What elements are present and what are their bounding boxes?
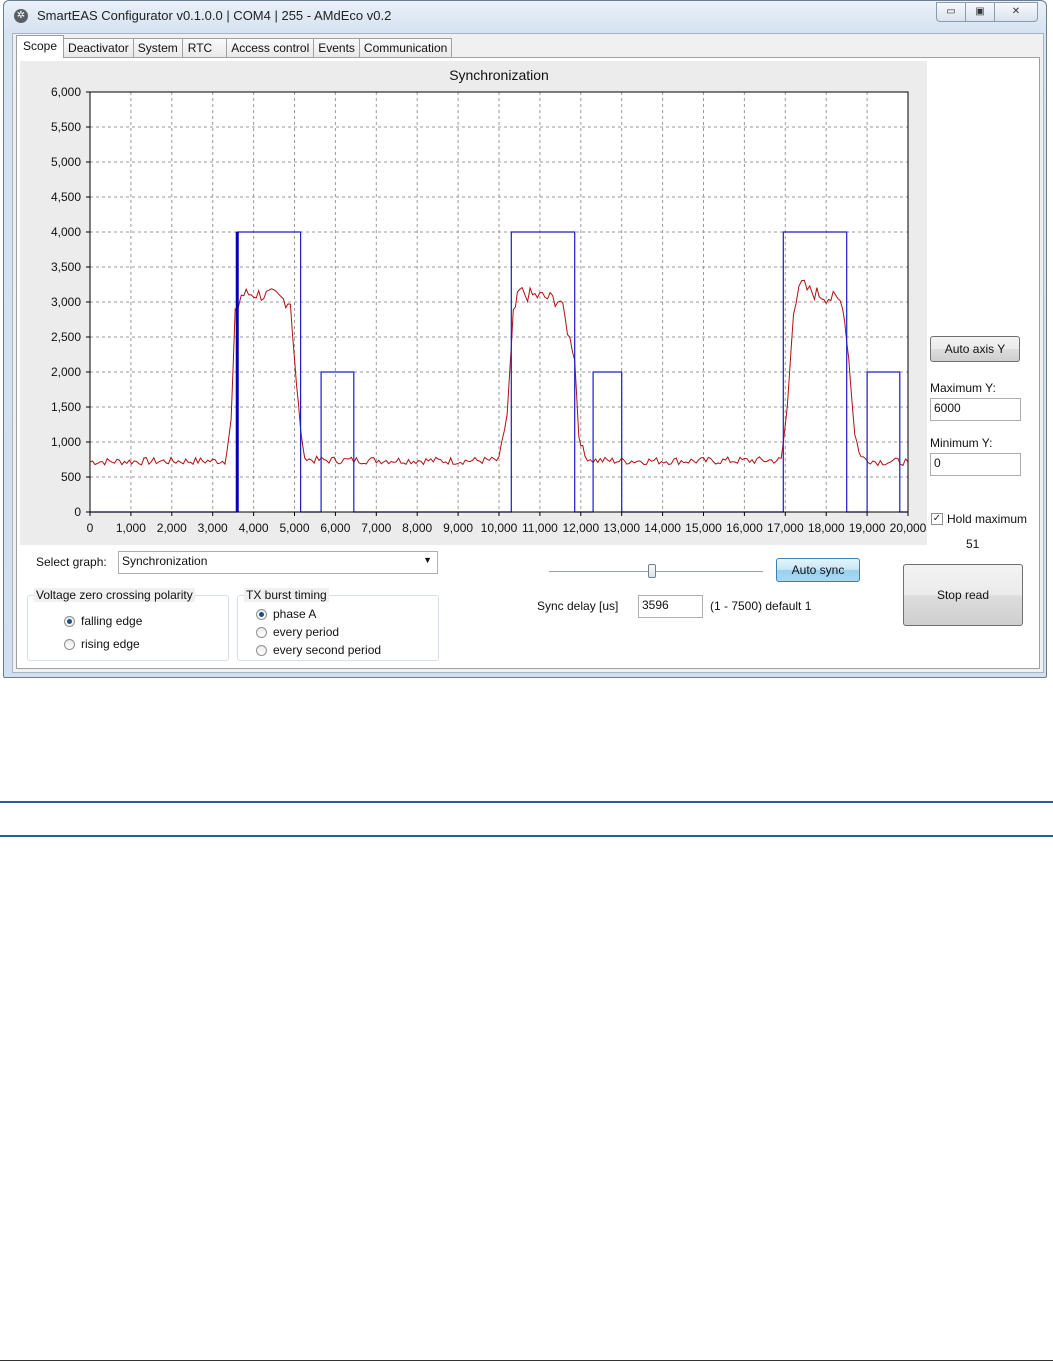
x-tick-label: 15,000 [685,521,722,535]
title-bar[interactable]: ✲ SmartEAS Configurator v0.1.0.0 | COM4 … [4,1,1046,31]
synchronization-chart: 0 1,000 2,000 3,000 4,000 5,000 6,000 7,000 8,00… [20,61,927,545]
minimum-y-input[interactable]: 0 [930,453,1021,476]
voltage-polarity-group: Voltage zero crossing polarity falling e… [27,588,229,661]
x-tick-label: 20,000 [890,521,927,535]
slider-thumb[interactable] [647,564,656,578]
maximum-y-label: Maximum Y: [930,381,996,395]
radio-falling-edge[interactable]: falling edge [64,614,142,628]
tx-burst-timing-title: TX burst timing [244,588,329,602]
voltage-polarity-title: Voltage zero crossing polarity [34,588,195,602]
select-graph-label: Select graph: [36,555,107,569]
x-tick-label: 8,000 [402,521,432,535]
hold-maximum-label: Hold maximum [947,512,1028,526]
y-tick-label: 0 [74,505,81,519]
tx-burst-timing-group: TX burst timing phase A every period eve… [237,588,439,661]
x-tick-label: 13,000 [603,521,640,535]
x-tick-label: 4,000 [239,521,269,535]
check-icon: ✓ [931,513,943,525]
tab-access-control[interactable]: Access control [226,38,315,58]
y-tick-label: 4,000 [51,225,81,239]
y-tick-label: 6,000 [51,85,81,99]
x-tick-label: 19,000 [849,521,886,535]
chevron-down-icon: ▼ [423,555,432,565]
x-tick-label: 2,000 [157,521,187,535]
minimize-button[interactable]: ▭ [936,2,966,22]
sync-delay-label: Sync delay [us] [537,599,619,613]
x-tick-label: 12,000 [562,521,599,535]
hold-maximum-checkbox[interactable]: ✓ Hold maximum [931,512,1027,526]
sync-delay-input[interactable]: 3596 [638,595,703,618]
chart-svg: 0 1,000 2,000 3,000 4,000 5,000 6,000 7,000 8,00… [51,67,927,535]
radio-label: falling edge [81,614,143,628]
x-tick-label: 14,000 [644,521,681,535]
window-title: SmartEAS Configurator v0.1.0.0 | COM4 | … [37,8,392,23]
tab-strip: Scope Deactivator System RTC Access cont… [16,35,453,58]
sync-delay-slider[interactable] [549,561,763,583]
y-tick-label: 5,000 [51,155,81,169]
tab-deactivator[interactable]: Deactivator [63,38,134,58]
radio-selected-icon [64,615,75,627]
radio-label: rising edge [81,637,140,651]
radio-unselected-icon [64,638,75,650]
footer-line [0,1360,1053,1361]
y-tick-label: 500 [61,470,81,484]
x-tick-label: 3,000 [198,521,228,535]
y-tick-label: 5,500 [51,120,81,134]
tab-communication[interactable]: Communication [358,38,453,58]
stop-read-button[interactable]: Stop read [903,564,1023,626]
radio-label: phase A [273,607,317,621]
app-window: ✲ SmartEAS Configurator v0.1.0.0 | COM4 … [3,0,1047,678]
slider-track [549,571,763,572]
tab-rtc[interactable]: RTC [181,38,228,58]
radio-every-second-period[interactable]: every second period [256,643,381,657]
scope-tab-page: 0 1,000 2,000 3,000 4,000 5,000 6,000 7,000 8,00… [16,57,1040,669]
divider-line-top [0,801,1053,803]
x-tick-label: 16,000 [726,521,763,535]
x-tick-label: 6,000 [320,521,350,535]
sync-delay-hint: (1 - 7500) default 1 [710,599,812,613]
tab-system[interactable]: System [132,38,183,58]
close-button[interactable]: ✕ [994,2,1038,22]
radio-unselected-icon [256,644,267,656]
x-tick-label: 18,000 [808,521,845,535]
x-tick-label: 9,000 [443,521,473,535]
y-tick-label: 1,000 [51,435,81,449]
select-graph-dropdown[interactable]: Synchronization ▼ [118,551,438,574]
x-tick-label: 1,000 [116,521,146,535]
x-tick-label: 17,000 [767,521,804,535]
tab-scope[interactable]: Scope [16,35,65,58]
radio-phase-a[interactable]: phase A [256,607,316,621]
y-tick-label: 2,000 [51,365,81,379]
maximum-y-input[interactable]: 6000 [930,398,1021,421]
radio-rising-edge[interactable]: rising edge [64,637,140,651]
x-tick-label: 0 [87,521,94,535]
y-tick-label: 3,500 [51,260,81,274]
radio-selected-icon [256,608,267,620]
app-icon: ✲ [14,9,28,23]
radio-unselected-icon [256,626,267,638]
radio-label: every second period [273,643,382,657]
chart-title: Synchronization [449,67,549,83]
y-tick-label: 2,500 [51,330,81,344]
y-tick-label: 4,500 [51,190,81,204]
y-tick-label: 1,500 [51,400,81,414]
auto-axis-y-button[interactable]: Auto axis Y [930,336,1020,362]
x-tick-label: 10,000 [481,521,518,535]
x-tick-label: 7,000 [361,521,391,535]
minimum-y-label: Minimum Y: [930,436,993,450]
hold-maximum-value: 51 [966,537,980,551]
auto-sync-button[interactable]: Auto sync [776,558,860,582]
radio-label: every period [273,625,340,639]
y-tick-label: 3,000 [51,295,81,309]
client-area: Scope Deactivator System RTC Access cont… [12,33,1044,673]
divider-line-bottom [0,835,1053,837]
x-tick-label: 5,000 [279,521,309,535]
maximize-button[interactable]: ▣ [965,2,995,22]
x-tick-label: 11,000 [522,521,558,535]
radio-every-period[interactable]: every period [256,625,339,639]
select-graph-value: Synchronization [122,554,208,568]
tab-events[interactable]: Events [313,38,360,58]
